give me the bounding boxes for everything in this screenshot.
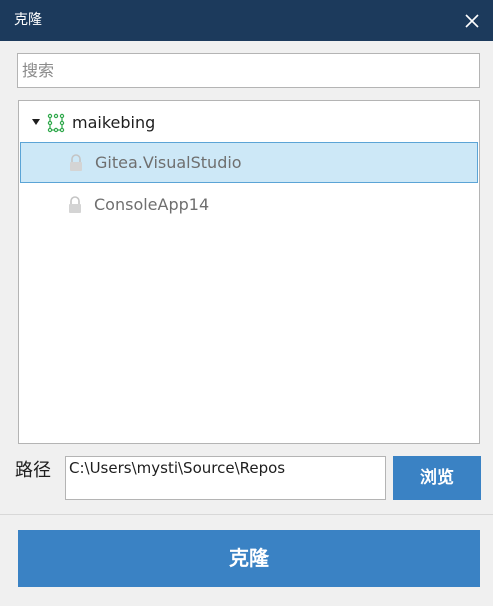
path-label: 路径 (15, 460, 51, 481)
tree-item-repository[interactable]: Gitea.VisualStudio (20, 142, 478, 183)
repository-label: Gitea.VisualStudio (95, 153, 242, 172)
clone-button[interactable]: 克隆 (18, 530, 480, 587)
divider (0, 514, 493, 515)
close-button[interactable] (459, 8, 485, 34)
repository-label: ConsoleApp14 (94, 195, 210, 214)
window-title: 克隆 (14, 12, 42, 28)
lock-icon (69, 196, 81, 213)
search-input[interactable] (17, 53, 480, 88)
path-input[interactable]: C:\Users\mysti\Source\Repos (65, 456, 386, 500)
lock-icon (70, 154, 82, 171)
clone-dialog: 克隆 搜索 maikebing Gitea.VisualStudio Conso… (0, 0, 493, 606)
close-icon (465, 14, 479, 28)
browse-button[interactable]: 浏览 (393, 456, 481, 500)
expand-caret-icon[interactable] (32, 119, 40, 125)
organization-icon (47, 113, 65, 133)
repository-tree[interactable]: maikebing Gitea.VisualStudio ConsoleApp1… (18, 100, 480, 444)
title-bar: 克隆 (0, 0, 493, 41)
organization-label: maikebing (72, 113, 156, 132)
tree-node-organization[interactable]: maikebing (19, 109, 479, 137)
tree-item-repository[interactable]: ConsoleApp14 (20, 185, 478, 226)
